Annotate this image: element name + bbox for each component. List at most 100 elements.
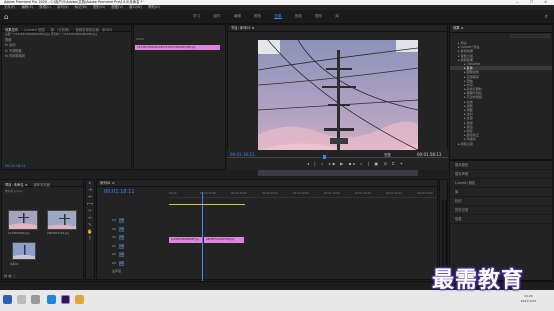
track-target-button[interactable]: V2 [119, 226, 124, 232]
premiere-icon[interactable] [61, 295, 70, 304]
project-file-name: 未命名.prproj [5, 189, 23, 193]
tab-effect-controls[interactable]: 效果控件 [2, 25, 21, 32]
ripple-edit-tool-icon[interactable]: ⇔ [86, 194, 94, 201]
panel-essential-sound[interactable]: 基本声音 [450, 170, 552, 179]
ws-tab-libraries[interactable]: 库 [335, 14, 339, 18]
ws-tab-color[interactable]: 颜色 [254, 14, 261, 18]
timeline-clip-1[interactable]: 1234567890ABCDEF.jpg [169, 237, 203, 243]
effects-tree-item[interactable]: ▸ 视频过渡 [450, 142, 552, 146]
track-header[interactable]: A1 A1 [97, 243, 169, 250]
home-icon[interactable]: ⌂ [4, 13, 12, 21]
effects-search-input[interactable] [510, 34, 550, 38]
source-clip[interactable]: 1234567890ABCDEF1234567890ABCDEF.jpg [135, 45, 220, 50]
project-item-label-3: 序列01 [10, 263, 19, 266]
track-target-button[interactable]: A2 [119, 252, 124, 257]
tab-project[interactable]: 项目: 未命名 ≡ [2, 180, 30, 187]
menu-marker[interactable]: 标记(M) [75, 5, 87, 9]
tab-program[interactable]: 节目: 序列01 ≡ [228, 24, 257, 32]
panel-info[interactable]: 信息 [450, 215, 552, 224]
menu-clip[interactable]: 剪辑(C) [39, 5, 51, 9]
track-name: A2 [112, 252, 116, 256]
track-header[interactable]: 主声道 [97, 269, 169, 275]
ws-tab-audio[interactable]: 音频 [295, 14, 302, 18]
ws-tab-editing[interactable]: 编辑 [234, 14, 241, 18]
source-time: 00:00 [136, 37, 145, 41]
panel-markers[interactable]: 标记 [450, 197, 552, 206]
timeline-playhead[interactable] [202, 192, 203, 281]
track-headers: V3 V3 V2 V2 V1 V1 A1 A1 A2 A2 A3 A3 主声道 [97, 198, 169, 281]
search-icon[interactable]: ⌕ [545, 13, 548, 21]
type-tool-icon[interactable]: T [86, 236, 94, 243]
effect-timecode[interactable]: 00:01:18:11 [5, 164, 26, 168]
project-thumb-sequence[interactable] [12, 242, 36, 260]
track-name: V3 [112, 218, 116, 222]
project-footer-icons[interactable]: ▤ ▦ ○ [4, 274, 16, 278]
track-header[interactable]: V3 V3 [97, 218, 169, 224]
project-item-label-2: ABCDEF1234.jpg [47, 232, 69, 235]
project-thumb-1[interactable] [8, 210, 38, 230]
windows-start-icon[interactable] [3, 295, 12, 304]
clock-date: 2021/1/29 [520, 299, 536, 303]
workspace-bar: ⌂ 学习 组件 编辑 颜色 效果 音频 图形 库 ⌕ [0, 10, 554, 24]
track-name: V1 [112, 235, 116, 239]
rolling-edit-tool-icon[interactable]: ⟷ [86, 201, 94, 208]
track-target-button[interactable]: A1 [119, 243, 124, 249]
track-target-button[interactable]: V1 [119, 235, 124, 240]
tab-sequence[interactable]: 序列01 ≡ [97, 179, 118, 187]
search-icon[interactable] [17, 295, 26, 304]
panel-essential-graphics[interactable]: 基本图形 [450, 161, 552, 170]
program-scrubber[interactable] [227, 157, 448, 158]
hand-tool-icon[interactable]: ✋ [86, 229, 94, 236]
ws-tab-learn[interactable]: 学习 [193, 14, 200, 18]
ruler-tick-label: 00:00:30:00 [231, 192, 247, 195]
razor-tool-icon[interactable]: ✂ [86, 208, 94, 215]
timeline-timecode[interactable]: 00:01:18:11 [104, 189, 135, 195]
tab-audio-mixer[interactable]: 音频剪辑混合器：序列01 [73, 25, 116, 32]
effect-row-time-remap[interactable]: fx 时间重映射 [2, 54, 131, 60]
effects-tree: ▸ 预设 ▸ Lumetri 预设 ▸ 音频效果 ▸ 音频过渡 ▸ 视频效果 ▸ Obso… [450, 41, 552, 146]
selection-tool-icon[interactable]: ▸ [86, 180, 94, 187]
timeline-ruler[interactable]: 00:00 00:00:15:00 00:00:30:00 00:00:45:00 00… [169, 192, 437, 198]
ws-tab-effects[interactable]: 效果 [274, 14, 282, 19]
task-view-icon[interactable] [31, 295, 40, 304]
transport-controls[interactable]: ◂ | ◃ ◂▪ ▶ ▪▸ ▹ | ▣ ⊡ ⌗ + [307, 161, 405, 166]
slip-tool-icon[interactable]: ↔ [86, 215, 94, 222]
track-name: A1 [112, 243, 116, 248]
track-header[interactable]: V2 V2 [97, 226, 169, 233]
track-target-button[interactable]: V3 [119, 218, 124, 223]
tools-panel: ▸ ⇥ ⇔ ⟷ ✂ ↔ ✎ ✋ T [85, 179, 95, 280]
pen-tool-icon[interactable]: ✎ [86, 222, 94, 229]
tab-source[interactable]: 源：(无剪辑) [48, 25, 73, 32]
system-clock[interactable]: 10:26 2021/1/29 [521, 294, 536, 304]
edge-icon[interactable] [47, 295, 56, 304]
folder-icon[interactable] [75, 295, 84, 304]
track-header[interactable]: A3 A3 [97, 260, 169, 267]
ws-tab-assembly[interactable]: 组件 [213, 14, 220, 18]
menu-help[interactable]: 帮助(H) [148, 5, 160, 9]
track-header[interactable]: V1 V1 [97, 235, 169, 241]
work-area-bar[interactable] [169, 204, 245, 205]
panel-lumetri-color[interactable]: Lumetri 颜色 [450, 179, 552, 188]
project-thumb-2[interactable] [47, 210, 77, 230]
tab-lumetri-scopes[interactable]: Lumetri 范围 [21, 25, 47, 32]
ruler-tick-label: 00:01:00:00 [293, 192, 309, 195]
track-select-tool-icon[interactable]: ⇥ [86, 187, 94, 194]
track-header[interactable]: A2 A2 [97, 252, 169, 258]
program-playhead[interactable] [323, 155, 326, 159]
menu-view[interactable]: 视图(V) [111, 5, 123, 9]
ws-tab-graphics[interactable]: 图形 [315, 14, 322, 18]
menu-graphics[interactable]: 图形(G) [93, 5, 105, 9]
timeline-clip-2[interactable]: ABCDEF1234567890.jpg [204, 237, 244, 243]
panel-history[interactable]: 历史记录 [450, 206, 552, 215]
tab-effects[interactable]: 效果 ≡ [450, 24, 466, 32]
menu-edit[interactable]: 编辑(E) [21, 5, 33, 9]
panel-libraries[interactable]: 库 [450, 188, 552, 197]
program-controls: 00:01:18:11 完整 00:01:58:13 ◂ | ◃ ◂▪ ▶ ▪▸… [227, 150, 448, 170]
menu-file[interactable]: 文件(F) [4, 5, 15, 9]
menu-window[interactable]: 窗口(W) [129, 5, 142, 9]
track-target-button[interactable]: A3 [119, 260, 124, 266]
tab-media-browser[interactable]: 媒体浏览器 [30, 180, 52, 187]
program-monitor-panel: 节目: 序列01 ≡ [227, 24, 448, 176]
ruler-tick-label: 00:01:15:00 [324, 192, 340, 195]
menu-sequence[interactable]: 序列(S) [57, 5, 69, 9]
